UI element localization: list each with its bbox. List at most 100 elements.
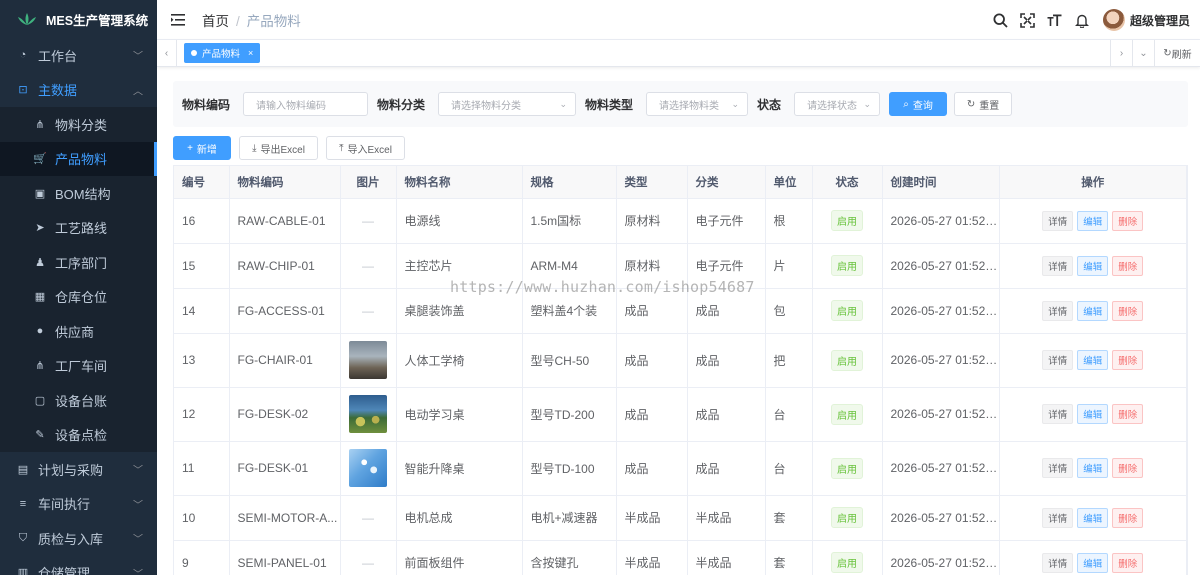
detail-button[interactable]: 详情 bbox=[1042, 350, 1074, 370]
tags-dropdown-icon[interactable]: ⌄ bbox=[1132, 40, 1154, 66]
breadcrumb-home[interactable]: 首页 bbox=[202, 14, 229, 29]
search-icon[interactable] bbox=[993, 12, 1009, 28]
cell-name: 人体工学椅 bbox=[396, 333, 523, 388]
product-thumbnail[interactable] bbox=[349, 395, 387, 433]
tags-scroll-left-icon[interactable]: ‹ bbox=[157, 40, 177, 66]
detail-button[interactable]: 详情 bbox=[1042, 458, 1074, 478]
edit-button[interactable]: 编辑 bbox=[1077, 458, 1109, 478]
cell-unit: 套 bbox=[765, 540, 813, 575]
cell-name: 电源线 bbox=[396, 198, 523, 244]
cell-name: 主控芯片 bbox=[396, 243, 523, 289]
sidebar-subitem[interactable]: ⋔ 工厂车间 bbox=[0, 349, 157, 384]
status-badge: 启用 bbox=[831, 349, 863, 371]
sidebar-subitem[interactable]: ▢ 设备台账 bbox=[0, 383, 157, 418]
edit-button[interactable]: 编辑 bbox=[1077, 404, 1109, 424]
column-header: 物料编码 bbox=[229, 166, 341, 199]
bell-icon[interactable] bbox=[1074, 12, 1090, 28]
table-row[interactable]: 11 FG-DESK-01 智能升降桌 型号TD-100 成品 成品台启用 2026-05-… bbox=[174, 441, 1187, 496]
sidebar-item[interactable]: ≡ 车间执行 ﹀ bbox=[0, 487, 157, 522]
sidebar-item-label: 质检与入库 bbox=[38, 531, 104, 547]
edit-button[interactable]: 编辑 bbox=[1077, 552, 1109, 573]
query-button[interactable]: ⌕ 查询 bbox=[889, 92, 948, 116]
add-button[interactable]: + 新增 bbox=[173, 136, 231, 160]
sidebar-item-label: 计划与采购 bbox=[38, 462, 104, 478]
fullscreen-icon[interactable] bbox=[1020, 12, 1036, 28]
cell-cat: 电子元件 bbox=[687, 243, 766, 289]
delete-button[interactable]: 删除 bbox=[1112, 300, 1144, 321]
sidebar-item[interactable]: ⊡ 主数据 ︿ bbox=[0, 73, 157, 108]
sidebar-item[interactable]: ▥ 仓储管理 ﹀ bbox=[0, 556, 157, 575]
detail-button[interactable]: 详情 bbox=[1042, 255, 1074, 276]
cell-name: 前面板组件 bbox=[396, 540, 523, 575]
font-size-icon[interactable] bbox=[1047, 12, 1063, 28]
product-thumbnail[interactable] bbox=[349, 449, 387, 487]
delete-button[interactable]: 删除 bbox=[1112, 210, 1144, 231]
table-row[interactable]: 9 SEMI-PANEL-01— 前面板组件 含按键孔 半成品 半成品套启用 2026-05… bbox=[174, 540, 1187, 575]
sidebar-subitem[interactable]: ▦ 仓库仓位 bbox=[0, 280, 157, 315]
delete-button[interactable]: 删除 bbox=[1112, 255, 1144, 276]
material-type-select[interactable]: 请选择物料类型 ⌄ bbox=[646, 92, 749, 116]
sidebar-subitem[interactable]: ✎ 设备点检 bbox=[0, 418, 157, 453]
delete-button[interactable]: 删除 bbox=[1112, 350, 1144, 370]
edit-button[interactable]: 编辑 bbox=[1077, 350, 1109, 370]
cell-cat: 成品 bbox=[687, 441, 766, 496]
material-category-select[interactable]: 请选择物料分类 ⌄ bbox=[438, 92, 577, 116]
sidebar-subitem[interactable]: 🛒 产品物料 bbox=[0, 141, 157, 176]
table-row[interactable]: 16 RAW-CABLE-01 — 电源线 1.5m国标 原材料 电子元件根启用 2026-0… bbox=[174, 198, 1187, 244]
sidebar-subitem[interactable]: ▣ BOM结构 bbox=[0, 176, 157, 211]
table-row[interactable]: 10 SEMI-MOTOR-A... — 电机总成 电机+减速器 半成品 半成品套启用 202… bbox=[174, 495, 1187, 541]
sidebar-item-label: 主数据 bbox=[38, 83, 78, 99]
tag-product-material[interactable]: 产品物料 × bbox=[184, 43, 261, 63]
delete-button[interactable]: 删除 bbox=[1112, 507, 1144, 528]
hamburger-icon[interactable] bbox=[171, 13, 185, 26]
export-excel-button[interactable]: ⤓ 导出Excel bbox=[239, 136, 318, 160]
cell-type: 成品 bbox=[616, 387, 688, 442]
table-row[interactable]: 14 FG-ACCESS-01— 桌腿装饰盖 塑料盖4个装 成品 成品包启用 2026-05… bbox=[174, 288, 1187, 334]
close-icon[interactable]: × bbox=[248, 48, 253, 58]
material-code-input[interactable]: 请输入物料编码 bbox=[243, 92, 369, 116]
status-select[interactable]: 请选择状态 ⌄ bbox=[794, 92, 881, 116]
table-row[interactable]: 13 FG-CHAIR-01 人体工学椅 型号CH-50 成品 成品把启用 2026-05-… bbox=[174, 333, 1187, 388]
username[interactable]: 超级管理员 bbox=[1130, 12, 1190, 29]
edit-button[interactable]: 编辑 bbox=[1077, 300, 1109, 321]
sidebar-subitem[interactable]: ➤ 工艺路线 bbox=[0, 211, 157, 246]
user-icon: ♟ bbox=[35, 256, 45, 269]
user-avatar[interactable] bbox=[1102, 9, 1125, 31]
sidebar-subitem[interactable]: ● 供应商 bbox=[0, 314, 157, 349]
sidebar-item[interactable]: ▤ 计划与采购 ﹀ bbox=[0, 452, 157, 487]
table-row[interactable]: 15 RAW-CHIP-01 — 主控芯片 ARM-M4 原材料 电子元件片启用 2026-0… bbox=[174, 243, 1187, 289]
empty-image-placeholder: — bbox=[362, 510, 374, 525]
detail-button[interactable]: 详情 bbox=[1042, 404, 1074, 424]
app-logo[interactable]: MES生产管理系统 bbox=[0, 0, 157, 38]
cell-cat: 半成品 bbox=[687, 495, 766, 541]
detail-button[interactable]: 详情 bbox=[1042, 552, 1074, 573]
detail-button[interactable]: 详情 bbox=[1042, 507, 1074, 528]
table-row[interactable]: 12 FG-DESK-02 电动学习桌 型号TD-200 成品 成品台启用 2026-05-… bbox=[174, 387, 1187, 442]
edit-button[interactable]: 编辑 bbox=[1077, 507, 1109, 528]
product-thumbnail[interactable] bbox=[349, 341, 387, 379]
detail-button[interactable]: 详情 bbox=[1042, 210, 1074, 231]
delete-button[interactable]: 删除 bbox=[1112, 458, 1144, 478]
sidebar-item-label: 仓储管理 bbox=[38, 566, 91, 575]
delete-button[interactable]: 删除 bbox=[1112, 552, 1144, 573]
dashboard-icon: ◔ bbox=[19, 49, 27, 62]
tags-scroll-right-icon[interactable]: › bbox=[1110, 40, 1132, 66]
cell-code: RAW-CHIP-01 bbox=[229, 243, 341, 289]
import-excel-button[interactable]: ⤒ 导入Excel bbox=[326, 136, 405, 160]
sidebar-subitem[interactable]: ♟ 工序部门 bbox=[0, 245, 157, 280]
detail-button[interactable]: 详情 bbox=[1042, 300, 1074, 321]
cell-created: 2026-05-27 01:52:22 bbox=[882, 387, 1000, 442]
sidebar-item[interactable]: ⛉ 质检与入库 ﹀ bbox=[0, 521, 157, 556]
grid-icon: ▦ bbox=[34, 291, 46, 304]
reset-button[interactable]: ↻ 重置 bbox=[954, 92, 1013, 116]
edit-button[interactable]: 编辑 bbox=[1077, 255, 1109, 276]
table-body: 16 RAW-CABLE-01 — 电源线 1.5m国标 原材料 电子元件根启用 2026-0… bbox=[174, 198, 1187, 575]
delete-button[interactable]: 删除 bbox=[1112, 404, 1144, 424]
import-label: 导入Excel bbox=[347, 144, 392, 156]
sidebar-item-label: 车间执行 bbox=[38, 497, 91, 513]
sidebar-item[interactable]: ◔ 工作台 ﹀ bbox=[0, 38, 157, 73]
sidebar-subitem[interactable]: ⋔ 物料分类 bbox=[0, 107, 157, 142]
refresh-button[interactable]: ↻ 刷新 bbox=[1154, 40, 1200, 66]
breadcrumb-current: 产品物料 bbox=[246, 13, 301, 29]
edit-button[interactable]: 编辑 bbox=[1077, 210, 1109, 231]
